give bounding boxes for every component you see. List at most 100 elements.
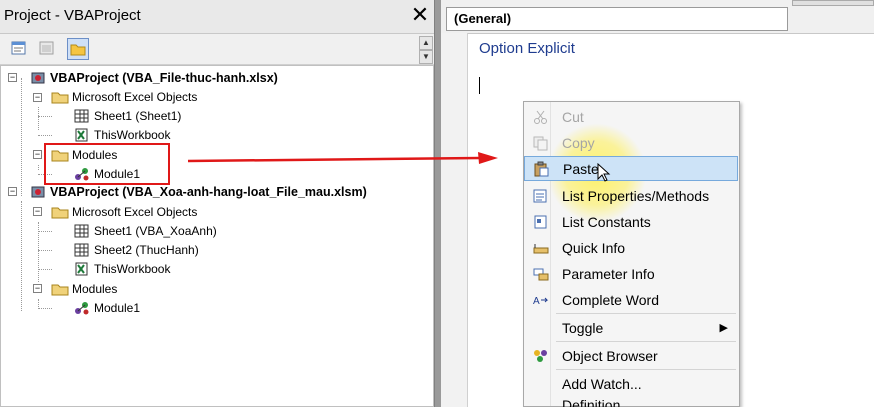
mouse-pointer-icon (597, 163, 611, 182)
tree-node-thisworkbook-2[interactable]: ThisWorkbook (73, 259, 170, 278)
submenu-arrow-icon: ▶ (719, 322, 728, 334)
tree-node-label: Microsoft Excel Objects (72, 204, 198, 219)
menu-item-cut[interactable]: Cut (524, 104, 738, 129)
menu-item-label: Parameter Info (562, 265, 655, 282)
close-icon[interactable]: ✕ (408, 2, 432, 28)
menu-item-label: Cut (562, 108, 584, 125)
project-explorer-titlebar: Project - VBAProject (0, 0, 434, 34)
folder-icon (70, 44, 86, 56)
workbook-icon (75, 262, 88, 275)
menu-item-label: Copy (562, 134, 595, 151)
vba-project-icon (31, 186, 45, 197)
collapse-icon[interactable]: − (33, 93, 42, 102)
menu-item-label: Paste (563, 160, 599, 177)
code-line[interactable]: Option Explicit (479, 40, 575, 57)
paste-icon (534, 161, 549, 176)
menu-item-spacer (532, 397, 550, 405)
view-code-button[interactable] (8, 38, 30, 60)
menu-item-add-watch[interactable]: Add Watch... (524, 371, 738, 396)
object-browser-icon (534, 349, 547, 362)
menu-separator (556, 313, 736, 314)
toggle-folders-button[interactable] (67, 38, 89, 60)
menu-item-label: Quick Info (562, 239, 626, 256)
vba-project-icon (31, 72, 45, 83)
scroll-down-icon[interactable]: ▼ (419, 50, 433, 64)
menu-item-object-browser[interactable]: Object Browser (524, 343, 738, 368)
menu-item-list-properties-methods[interactable]: List Properties/Methods (524, 183, 738, 208)
parameter-info-icon (533, 268, 549, 280)
tree-node-label: Sheet2 (ThucHanh) (94, 242, 199, 257)
module-icon (75, 301, 89, 314)
tree-node-sheet2-2[interactable]: Sheet2 (ThucHanh) (73, 240, 199, 259)
sheet-icon (74, 243, 89, 256)
object-dropdown[interactable]: (General) (446, 7, 788, 31)
tree-node-label: Modules (72, 281, 118, 296)
annotation-highlight-box (44, 143, 170, 185)
tree-node-sheet1-2[interactable]: Sheet1 (VBA_XoaAnh) (73, 221, 217, 240)
menu-item-label: List Constants (562, 213, 651, 230)
tree-node-thisworkbook-1[interactable]: ThisWorkbook (73, 125, 170, 144)
collapse-icon[interactable]: − (33, 284, 42, 293)
tree-node-label: Module1 (94, 300, 141, 315)
menu-item-spacer (532, 320, 550, 336)
tree-node-modules-2[interactable]: Modules (51, 279, 117, 298)
menu-item-complete-word[interactable]: A Complete Word (524, 287, 738, 312)
collapse-icon[interactable]: − (33, 150, 42, 159)
menu-separator (556, 341, 736, 342)
collapse-icon[interactable]: − (8, 187, 17, 196)
project-explorer-title: Project - VBAProject (4, 7, 141, 24)
text-caret (479, 77, 480, 94)
menu-item-label: Toggle (562, 319, 604, 336)
tree-node-label: VBAProject (VBA_Xoa-anh-hang-loat_File_m… (50, 184, 367, 199)
menu-item-toggle[interactable]: Toggle ▶ (524, 315, 738, 340)
tree-node-sheet1-1[interactable]: Sheet1 (Sheet1) (73, 106, 181, 125)
tree-node-label: VBAProject (VBA_File-thuc-hanh.xlsx) (50, 70, 278, 85)
menu-item-definition[interactable]: Definition (524, 397, 738, 407)
svg-text:A: A (533, 296, 540, 307)
copy-icon (533, 136, 548, 150)
collapse-icon[interactable]: − (33, 207, 42, 216)
sheet-icon (74, 224, 89, 237)
quick-info-icon (533, 243, 549, 253)
menu-item-label: Complete Word (562, 291, 660, 308)
menu-item-quick-info[interactable]: Quick Info (524, 235, 738, 260)
view-object-icon (39, 41, 54, 55)
list-properties-icon (533, 189, 547, 202)
menu-item-copy[interactable]: Copy (524, 130, 738, 155)
list-constants-icon (534, 215, 547, 228)
tree-node-label: ThisWorkbook (94, 127, 171, 142)
menu-item-label: List Properties/Methods (562, 187, 710, 204)
scroll-up-icon[interactable]: ▲ (419, 36, 433, 50)
tree-node-label: ThisWorkbook (94, 261, 171, 276)
project-explorer-toolbar: ▲ ▼ (0, 34, 434, 65)
menu-item-label: Add Watch... (562, 375, 642, 392)
project-tree (0, 65, 434, 407)
folder-icon (51, 207, 69, 218)
tree-node-label: Sheet1 (Sheet1) (94, 108, 182, 123)
annotation-arrow-icon (188, 152, 498, 164)
code-margin (441, 33, 468, 407)
menu-item-paste[interactable]: Paste (524, 156, 738, 181)
menu-item-parameter-info[interactable]: Parameter Info (524, 261, 738, 286)
menu-item-spacer (532, 376, 550, 392)
tree-node-excel-objects-2[interactable]: Microsoft Excel Objects (51, 202, 197, 221)
tree-node-module1-2[interactable]: Module1 (73, 298, 140, 317)
view-code-icon (11, 41, 26, 55)
workbook-icon (75, 128, 88, 141)
complete-word-icon: A (533, 296, 549, 307)
tree-node-excel-objects-1[interactable]: Microsoft Excel Objects (51, 87, 197, 106)
menu-item-label: Object Browser (562, 347, 658, 364)
tree-node-vbaproject-1[interactable]: VBAProject (VBA_File-thuc-hanh.xlsx) (29, 68, 278, 87)
menu-separator (556, 369, 736, 370)
menu-item-label: Definition (562, 397, 621, 407)
tree-node-label: Sheet1 (VBA_XoaAnh) (94, 223, 217, 238)
collapse-icon[interactable]: − (8, 73, 17, 82)
folder-icon (51, 284, 69, 295)
view-object-button[interactable] (36, 38, 58, 60)
folder-icon (51, 92, 69, 103)
sheet-icon (74, 109, 89, 122)
menu-item-list-constants[interactable]: List Constants (524, 209, 738, 234)
tree-node-label: Microsoft Excel Objects (72, 89, 198, 104)
procedure-dropdown[interactable] (792, 0, 874, 6)
scissors-icon (534, 110, 547, 124)
